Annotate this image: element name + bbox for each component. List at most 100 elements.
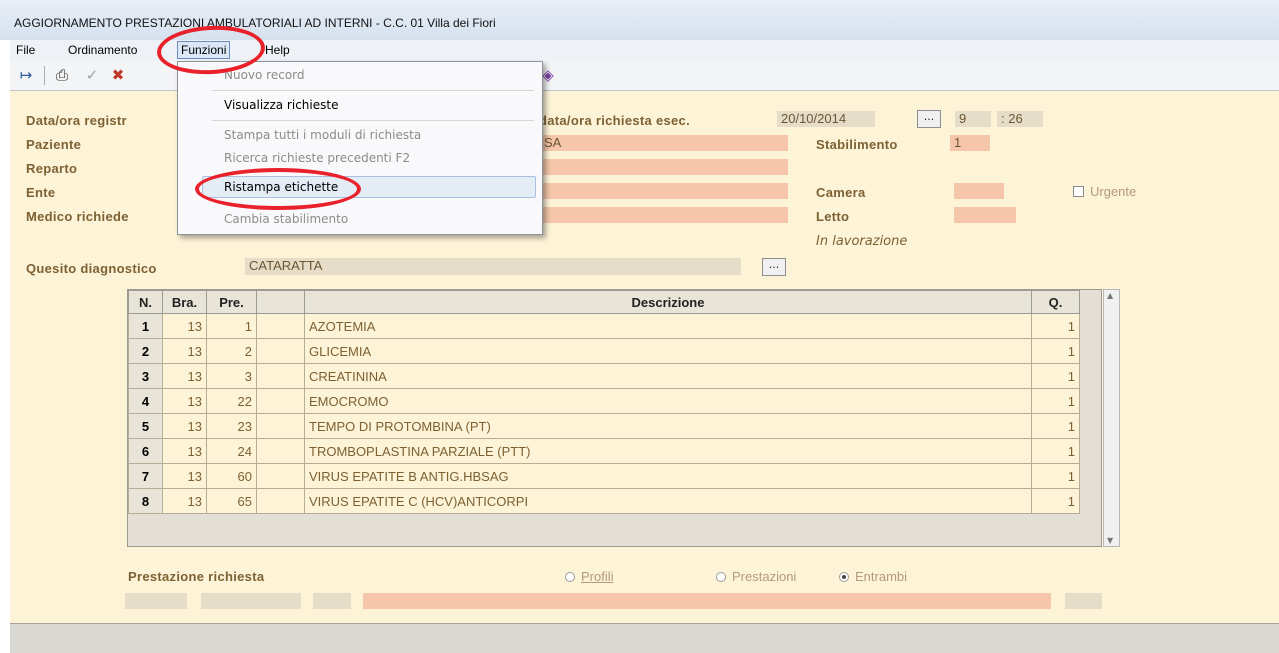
menu-file[interactable]: File: [14, 43, 37, 57]
cell-q[interactable]: 1: [1031, 438, 1080, 464]
col-header-pre[interactable]: Pre.: [206, 290, 257, 314]
nuova-prestazione-n-field[interactable]: [125, 593, 187, 609]
ente-field[interactable]: [540, 183, 788, 199]
cell-q[interactable]: 1: [1031, 338, 1080, 364]
nuova-prestazione-q-field[interactable]: [1065, 593, 1102, 609]
cell-bra[interactable]: 13: [162, 363, 207, 389]
row-number[interactable]: 3: [128, 363, 163, 389]
cell-blank[interactable]: [256, 363, 305, 389]
stabilimento-field[interactable]: 1: [950, 135, 990, 151]
menu-ordinamento[interactable]: Ordinamento: [66, 43, 139, 57]
col-header-bra[interactable]: Bra.: [162, 290, 207, 314]
cell-bra[interactable]: 13: [162, 488, 207, 514]
cell-descrizione[interactable]: GLICEMIA: [304, 338, 1032, 364]
cell-blank[interactable]: [256, 388, 305, 414]
table-row[interactable]: 7 13 60 VIRUS EPATITE B ANTIG.HBSAG 1: [128, 463, 1080, 489]
cell-bra[interactable]: 13: [162, 313, 207, 339]
menu-item-cambia-stabilimento[interactable]: Cambia stabilimento: [224, 212, 348, 226]
row-number[interactable]: 7: [128, 463, 163, 489]
cell-blank[interactable]: [256, 413, 305, 439]
camera-field[interactable]: [954, 183, 1004, 199]
cell-descrizione[interactable]: EMOCROMO: [304, 388, 1032, 414]
cell-pre[interactable]: 65: [206, 488, 257, 514]
table-row[interactable]: 5 13 23 TEMPO DI PROTOMBINA (PT) 1: [128, 413, 1080, 439]
cell-pre[interactable]: 1: [206, 313, 257, 339]
cell-q[interactable]: 1: [1031, 413, 1080, 439]
cell-blank[interactable]: [256, 438, 305, 464]
menu-help[interactable]: Help: [263, 43, 292, 57]
row-number[interactable]: 6: [128, 438, 163, 464]
minuti-field[interactable]: : 26: [997, 111, 1043, 127]
table-row[interactable]: 8 13 65 VIRUS EPATITE C (HCV)ANTICORPI 1: [128, 488, 1080, 514]
cell-pre[interactable]: 2: [206, 338, 257, 364]
ora-field[interactable]: 9: [955, 111, 991, 127]
col-header-q[interactable]: Q.: [1031, 290, 1080, 314]
delete-icon[interactable]: ✖: [108, 65, 128, 85]
cell-blank[interactable]: [256, 488, 305, 514]
confirm-icon[interactable]: ✓: [82, 65, 102, 85]
urgente-checkbox[interactable]: [1073, 186, 1084, 197]
radio-prestazioni[interactable]: [716, 572, 726, 582]
cell-descrizione[interactable]: TEMPO DI PROTOMBINA (PT): [304, 413, 1032, 439]
table-row[interactable]: 6 13 24 TROMBOPLASTINA PARZIALE (PTT) 1: [128, 438, 1080, 464]
nuova-prestazione-desc-field[interactable]: [363, 593, 1051, 609]
cell-pre[interactable]: 60: [206, 463, 257, 489]
table-row[interactable]: 2 13 2 GLICEMIA 1: [128, 338, 1080, 364]
cell-bra[interactable]: 13: [162, 463, 207, 489]
cell-pre[interactable]: 24: [206, 438, 257, 464]
scroll-up-icon[interactable]: ▲: [1107, 291, 1113, 300]
cell-pre[interactable]: 3: [206, 363, 257, 389]
paziente-field[interactable]: SA: [540, 135, 788, 151]
print-icon[interactable]: ⎙: [52, 65, 72, 85]
col-header-n[interactable]: N.: [128, 290, 163, 314]
cell-descrizione[interactable]: TROMBOPLASTINA PARZIALE (PTT): [304, 438, 1032, 464]
calendar-button[interactable]: ...: [917, 110, 941, 128]
cell-pre[interactable]: 22: [206, 388, 257, 414]
menu-item-stampa-moduli[interactable]: Stampa tutti i moduli di richiesta: [224, 128, 421, 142]
row-number[interactable]: 1: [128, 313, 163, 339]
table-row[interactable]: 3 13 3 CREATININA 1: [128, 363, 1080, 389]
cell-q[interactable]: 1: [1031, 313, 1080, 339]
nuova-prestazione-pre-field[interactable]: [313, 593, 351, 609]
row-number[interactable]: 8: [128, 488, 163, 514]
grid-scrollbar[interactable]: ▲ ▼: [1103, 289, 1120, 547]
cell-descrizione[interactable]: VIRUS EPATITE B ANTIG.HBSAG: [304, 463, 1032, 489]
cell-q[interactable]: 1: [1031, 488, 1080, 514]
cell-descrizione[interactable]: AZOTEMIA: [304, 313, 1032, 339]
menu-item-visualizza-richieste[interactable]: Visualizza richieste: [224, 98, 338, 112]
toolbar-separator: [44, 66, 45, 85]
cell-descrizione[interactable]: VIRUS EPATITE C (HCV)ANTICORPI: [304, 488, 1032, 514]
data-richiesta-field[interactable]: 20/10/2014: [777, 111, 875, 127]
table-row[interactable]: 4 13 22 EMOCROMO 1: [128, 388, 1080, 414]
cell-descrizione[interactable]: CREATININA: [304, 363, 1032, 389]
cell-blank[interactable]: [256, 313, 305, 339]
cell-bra[interactable]: 13: [162, 438, 207, 464]
row-number[interactable]: 5: [128, 413, 163, 439]
cell-q[interactable]: 1: [1031, 463, 1080, 489]
cell-bra[interactable]: 13: [162, 388, 207, 414]
radio-profili[interactable]: [565, 572, 575, 582]
prestazioni-table: N. Bra. Pre. Descrizione Q. 1 13 1 AZOTEMIA…: [128, 290, 1080, 514]
radio-entrambi[interactable]: [839, 572, 849, 582]
data-richiesta-label: data/ora richiesta esec.: [539, 113, 690, 128]
cell-q[interactable]: 1: [1031, 363, 1080, 389]
medico-field[interactable]: [540, 207, 788, 223]
nuova-prestazione-bra-field[interactable]: [201, 593, 301, 609]
cell-bra[interactable]: 13: [162, 413, 207, 439]
exit-icon[interactable]: ↦: [16, 65, 36, 85]
menu-item-ricerca-richieste[interactable]: Ricerca richieste precedenti F2: [224, 151, 410, 165]
cell-blank[interactable]: [256, 338, 305, 364]
cell-q[interactable]: 1: [1031, 388, 1080, 414]
col-header-descrizione[interactable]: Descrizione: [304, 290, 1032, 314]
cell-blank[interactable]: [256, 463, 305, 489]
reparto-field[interactable]: [540, 159, 788, 175]
row-number[interactable]: 2: [128, 338, 163, 364]
quesito-field[interactable]: CATARATTA: [245, 258, 741, 275]
scroll-down-icon[interactable]: ▼: [1107, 536, 1113, 545]
cell-pre[interactable]: 23: [206, 413, 257, 439]
table-row[interactable]: 1 13 1 AZOTEMIA 1: [128, 313, 1080, 339]
quesito-lookup-button[interactable]: ...: [762, 258, 786, 276]
cell-bra[interactable]: 13: [162, 338, 207, 364]
row-number[interactable]: 4: [128, 388, 163, 414]
letto-field[interactable]: [954, 207, 1016, 223]
